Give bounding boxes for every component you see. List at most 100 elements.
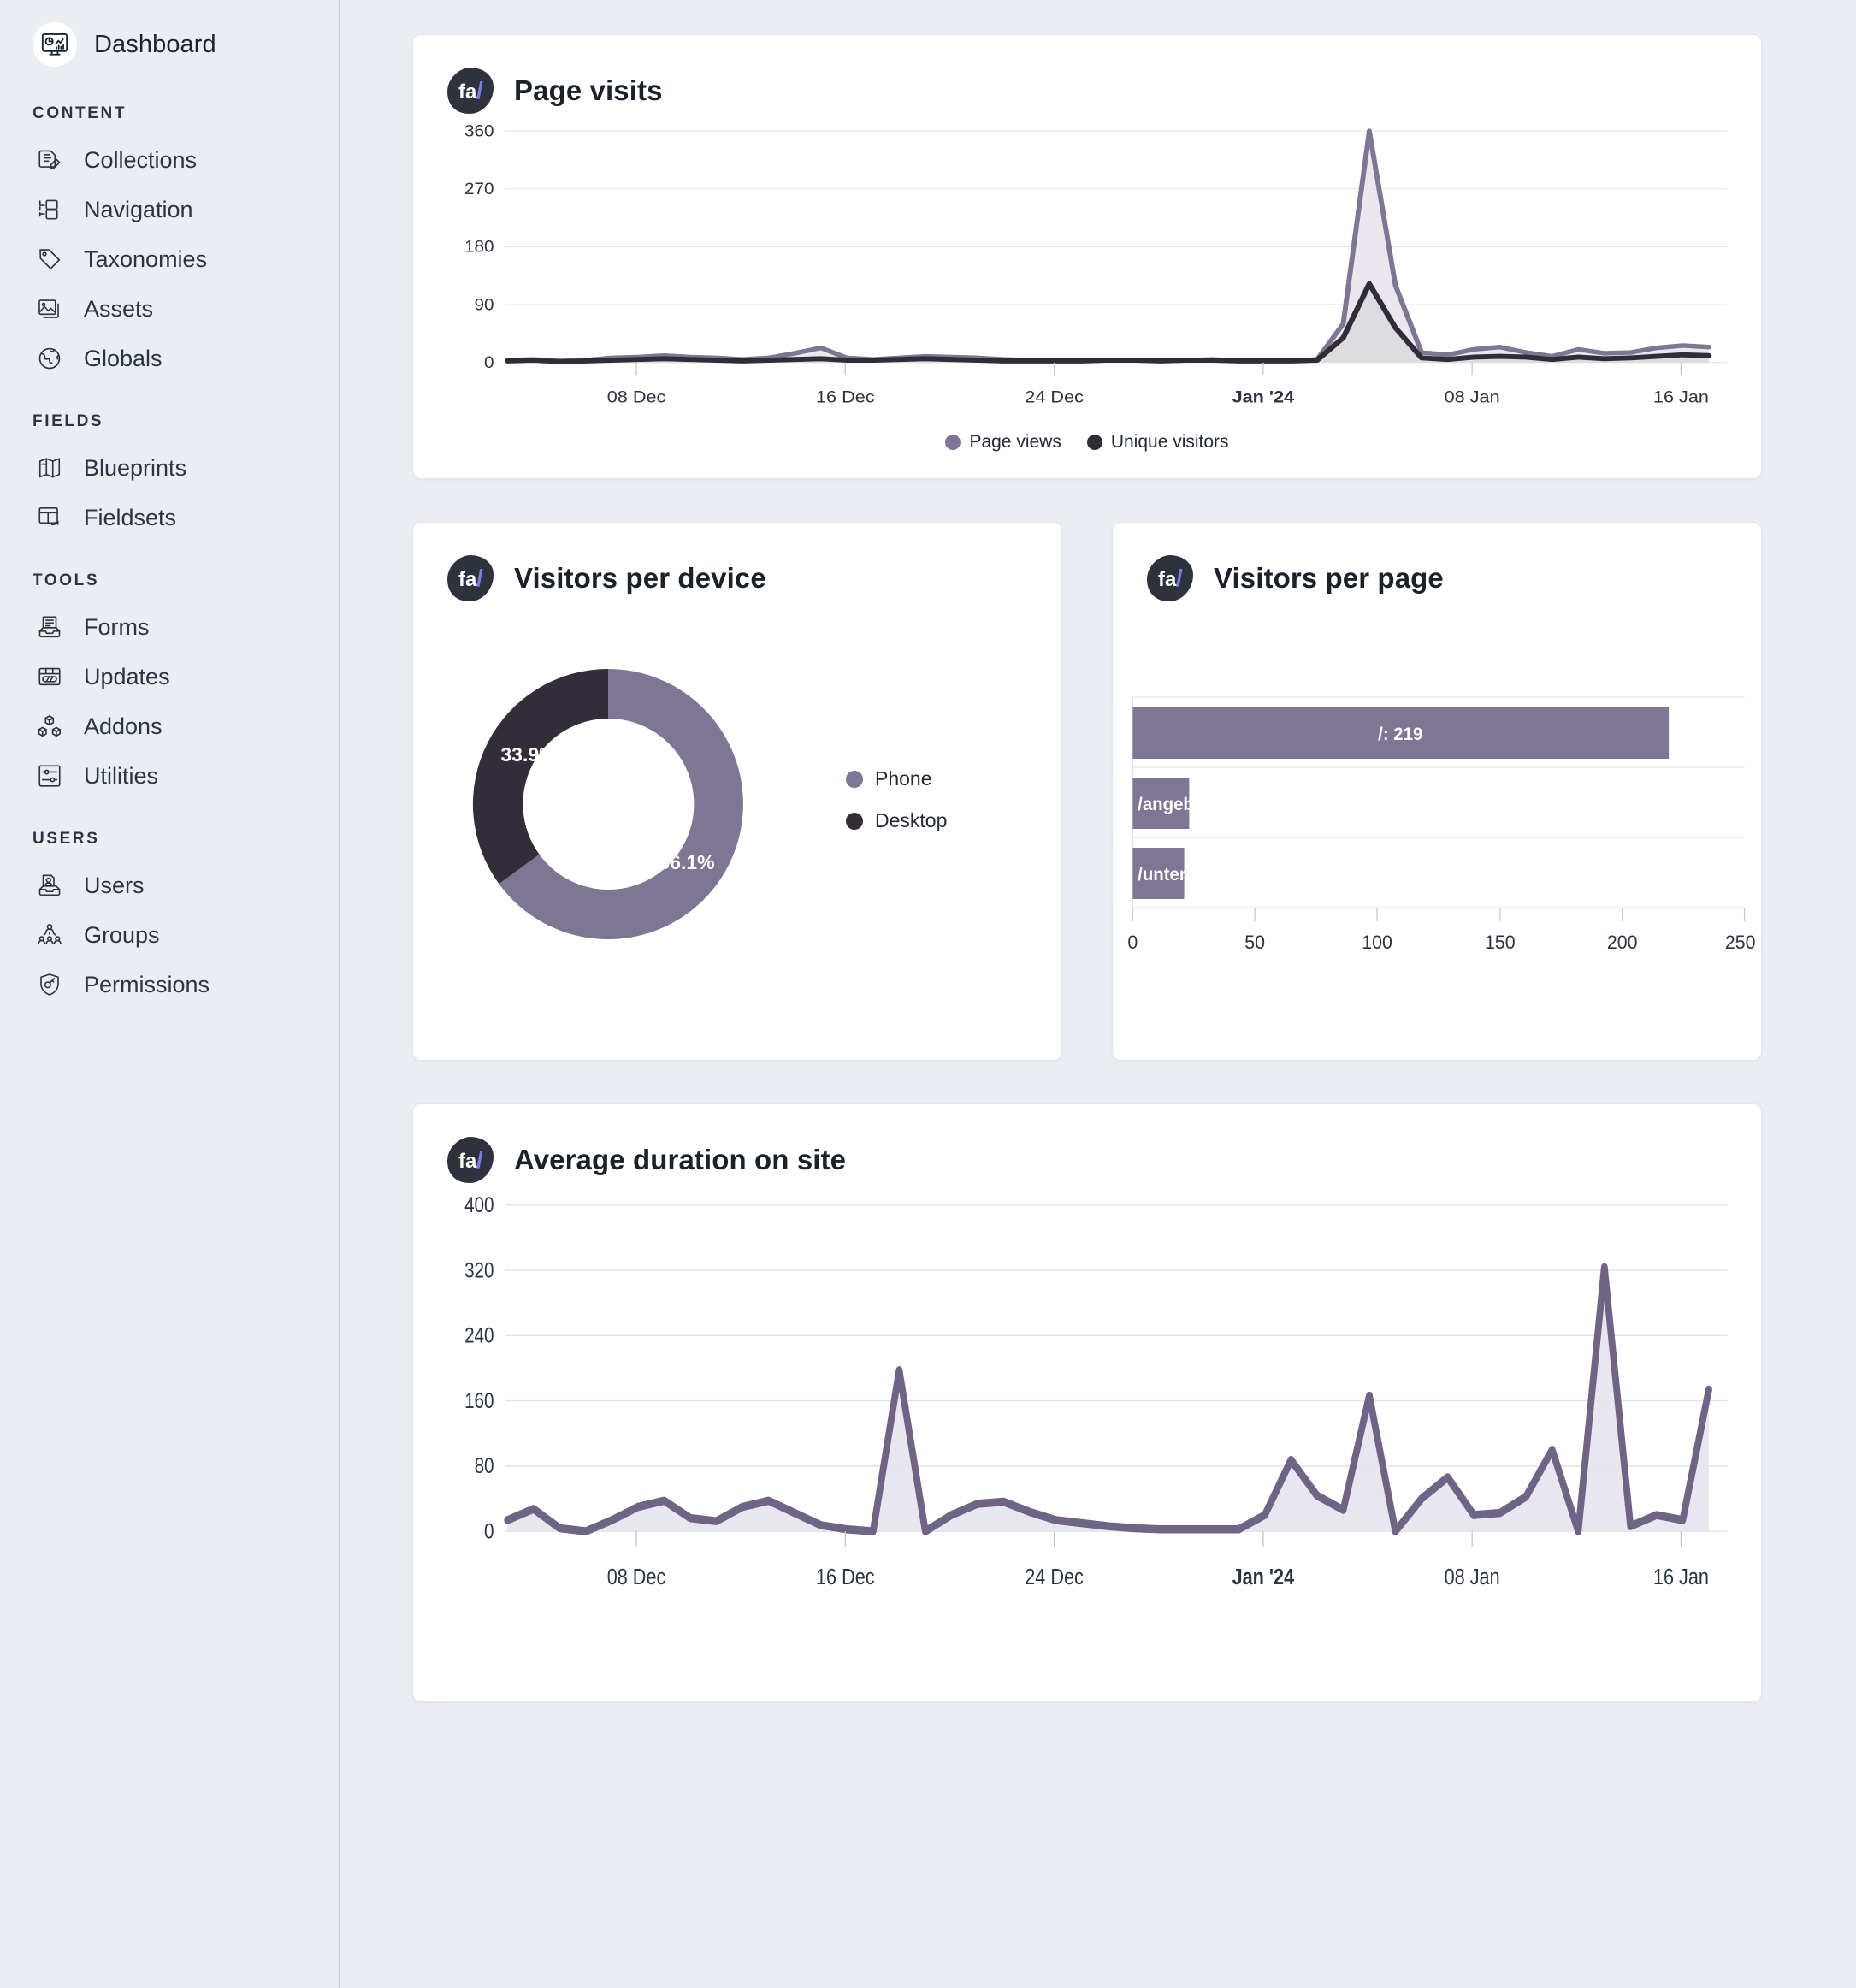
sidebar-item-label: Forms: [84, 613, 150, 640]
card-page-visits: fa / Page visits 360 270 180 90 0 08 Dec…: [412, 34, 1762, 479]
x-tick: 0: [1127, 932, 1138, 953]
shield-key-icon: [33, 967, 67, 1002]
sidebar-section-title: FIELDS: [33, 412, 104, 430]
card-title: Page visits: [514, 74, 663, 106]
sidebar-section-title: USERS: [33, 830, 100, 848]
sidebar-item-assets[interactable]: Assets: [0, 284, 339, 334]
y-tick: 320: [464, 1258, 494, 1282]
dashboard-monitor-icon: [33, 22, 77, 67]
x-tick: 16 Jan: [1653, 1565, 1709, 1589]
sidebar-item-label: Addons: [84, 713, 163, 739]
x-tick: 24 Dec: [1025, 1565, 1084, 1589]
svg-text:/: /: [476, 1146, 483, 1173]
pie-label-phone: 66.1%: [659, 851, 714, 873]
card-header: fa / Average duration on site: [413, 1104, 1761, 1185]
card-average-duration: fa / Average duration on site 400 320 24…: [412, 1103, 1762, 1702]
series-average-duration-line: [504, 1263, 1712, 1535]
legend-label: Phone: [875, 767, 932, 790]
y-tick: 270: [464, 180, 494, 198]
sidebar-item-fieldsets[interactable]: Fieldsets: [0, 493, 339, 542]
dashboard-page: Dashboard CONTENT Collections Navigation…: [0, 0, 1856, 1988]
y-tick: 240: [464, 1323, 494, 1347]
card-visitors-per-page: fa / Visitors per page /: 219 /angebot/d…: [1112, 522, 1762, 1061]
y-tick: 80: [475, 1453, 494, 1477]
sidebar-item-users[interactable]: Users: [0, 861, 339, 910]
sidebar-item-forms[interactable]: Forms: [0, 602, 339, 652]
card-visitors-per-device: fa / Visitors per device 33.9% 66.1% Pho…: [412, 522, 1062, 1061]
navigation-tree-icon: [33, 192, 67, 227]
svg-text:/: /: [1176, 565, 1183, 591]
sidebar-item-taxonomies[interactable]: Taxonomies: [0, 234, 339, 284]
fieldset-icon: [33, 500, 67, 535]
legend-label: Desktop: [875, 809, 948, 831]
card-header: fa / Page visits: [413, 35, 1761, 115]
donut-legend: Phone Desktop: [846, 767, 947, 832]
sidebar-section-content: CONTENT Collections Navigation Taxonomie…: [0, 104, 339, 383]
card-title: Visitors per device: [514, 562, 766, 594]
charts-row: fa / Visitors per device 33.9% 66.1% Pho…: [412, 522, 1762, 1061]
globe-icon: [33, 341, 67, 376]
x-tick: 250: [1725, 932, 1756, 953]
svg-text:fa: fa: [458, 80, 477, 104]
sidebar-item-label: Globals: [84, 345, 163, 371]
x-tick: 08 Dec: [607, 1565, 666, 1589]
sidebar-item-label: Assets: [84, 295, 154, 322]
legend-label: Page views: [969, 432, 1061, 452]
sidebar-item-label: Blueprints: [84, 454, 187, 481]
card-title: Visitors per page: [1214, 562, 1444, 594]
sidebar-item-dashboard[interactable]: Dashboard: [0, 14, 339, 75]
sidebar-item-label: Collections: [84, 146, 198, 173]
x-tick: 100: [1362, 932, 1392, 953]
legend-swatch: [846, 812, 863, 830]
sidebar-item-groups[interactable]: Groups: [0, 910, 339, 960]
sidebar-item-addons[interactable]: Addons: [0, 701, 339, 751]
card-header: fa / Visitors per device: [413, 523, 1061, 603]
sliders-icon: [33, 759, 67, 793]
x-tick: 16 Dec: [816, 388, 875, 407]
sidebar-item-label: Updates: [84, 663, 170, 689]
page-visits-chart: 360 270 180 90 0 08 Dec 16 Dec 24 Dec Ja…: [464, 122, 1728, 407]
sidebar-section-title: CONTENT: [33, 104, 127, 122]
sidebar-item-label: Permissions: [84, 971, 210, 997]
user-tray-icon: [33, 868, 67, 902]
main-content: fa / Page visits 360 270 180 90 0 08 Dec…: [340, 0, 1856, 1988]
svg-text:fa: fa: [458, 568, 477, 591]
boxes-icon: [33, 709, 67, 743]
sidebar-item-utilities[interactable]: Utilities: [0, 751, 339, 801]
y-tick: 360: [464, 122, 494, 140]
sidebar-item-globals[interactable]: Globals: [0, 334, 339, 383]
x-tick: 08 Jan: [1445, 1565, 1500, 1589]
brand-logo-icon: fa /: [446, 66, 495, 115]
form-tray-icon: [33, 610, 67, 644]
x-tick: Jan '24: [1232, 1565, 1295, 1589]
legend-item-page-views[interactable]: Page views: [945, 432, 1061, 453]
legend-item-desktop[interactable]: Desktop: [846, 809, 947, 832]
updates-icon: [33, 660, 67, 694]
sidebar-item-navigation[interactable]: Navigation: [0, 185, 339, 234]
sidebar-section-fields: FIELDS Blueprints Fieldsets: [0, 412, 339, 542]
groups-icon: [33, 918, 67, 952]
x-tick: 08 Dec: [607, 388, 666, 407]
x-tick: 50: [1244, 932, 1265, 953]
sidebar-item-collections[interactable]: Collections: [0, 135, 339, 185]
sidebar-item-permissions[interactable]: Permissions: [0, 960, 339, 1009]
sidebar-item-label: Dashboard: [94, 30, 216, 58]
legend-item-phone[interactable]: Phone: [846, 767, 947, 790]
x-tick: 16 Dec: [816, 1565, 875, 1589]
map-icon: [33, 451, 67, 485]
sidebar-section-users: USERS Users Groups Permissions: [0, 830, 339, 1009]
sidebar-item-blueprints[interactable]: Blueprints: [0, 443, 339, 493]
brand-logo-icon: fa /: [446, 553, 495, 603]
x-tick: 24 Dec: [1025, 388, 1084, 407]
y-tick: 0: [484, 1519, 494, 1543]
pie-label-desktop: 33.9%: [500, 743, 556, 766]
image-stack-icon: [33, 292, 67, 326]
sidebar-item-updates[interactable]: Updates: [0, 652, 339, 701]
legend-swatch: [846, 770, 863, 788]
visitors-per-page-chart: /: 219 /angebot/digitalisierung: 23 /unt…: [1127, 696, 1756, 953]
legend-item-unique-visitors[interactable]: Unique visitors: [1086, 432, 1229, 453]
collections-icon: [33, 143, 67, 177]
sidebar-section-tools: TOOLS Forms Updates Addons Utilities: [0, 571, 339, 801]
page-visits-legend: Page views Unique visitors: [413, 432, 1761, 473]
donut-chart-wrap: 33.9% 66.1% Phone Desktop: [413, 603, 1061, 1017]
